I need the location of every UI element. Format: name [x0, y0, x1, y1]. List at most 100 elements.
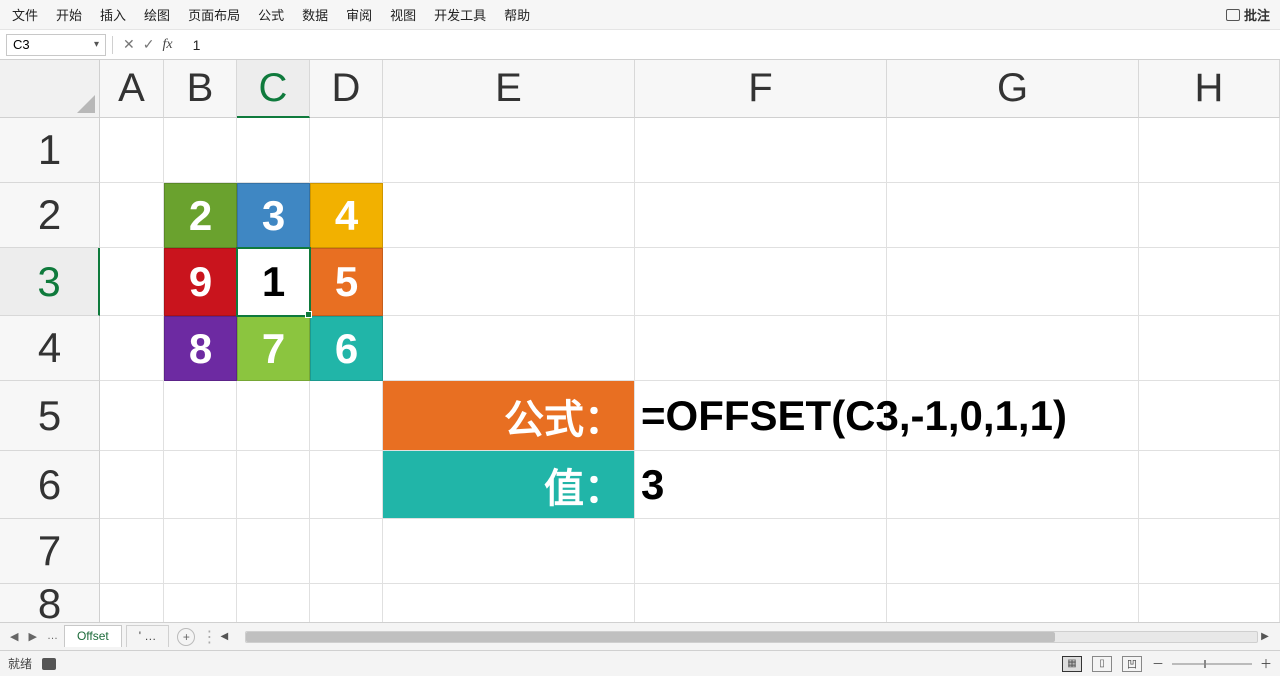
horizontal-scrollbar[interactable]	[245, 631, 1258, 643]
menu-item[interactable]: 插入	[98, 1, 128, 28]
cell[interactable]	[237, 118, 310, 183]
menu-item[interactable]: 绘图	[142, 1, 172, 28]
column-header[interactable]: E	[383, 60, 635, 118]
sheet-more-button[interactable]: …	[45, 628, 60, 645]
view-pagebreak-button[interactable]: 凹	[1122, 656, 1142, 672]
row-header[interactable]: 6	[0, 451, 100, 519]
name-box[interactable]: C3 ▾	[6, 34, 106, 56]
cell[interactable]	[100, 248, 164, 316]
formula-input[interactable]: 1	[187, 34, 1274, 56]
cell[interactable]	[635, 584, 887, 622]
menu-item[interactable]: 文件	[10, 1, 40, 28]
cell[interactable]	[383, 248, 635, 316]
column-header[interactable]: A	[100, 60, 164, 118]
row-header[interactable]: 3	[0, 248, 100, 316]
cell[interactable]	[635, 519, 887, 584]
cell[interactable]: 4	[310, 183, 383, 248]
cell[interactable]	[100, 183, 164, 248]
menu-item[interactable]: 帮助	[502, 1, 532, 28]
cell[interactable]	[237, 584, 310, 622]
cell[interactable]	[383, 118, 635, 183]
menu-item[interactable]: 数据	[300, 1, 330, 28]
row-header[interactable]: 2	[0, 183, 100, 248]
hscroll-thumb[interactable]	[246, 632, 1055, 642]
fx-icon[interactable]: fx	[162, 37, 172, 53]
cell[interactable]	[164, 381, 237, 451]
menu-item[interactable]: 开始	[54, 1, 84, 28]
cell[interactable]	[887, 584, 1139, 622]
cell[interactable]	[887, 118, 1139, 183]
cell[interactable]: 8	[164, 316, 237, 381]
formula-text-cell[interactable]: =OFFSET(C3,-1,0,1,1)	[635, 381, 1280, 451]
cell[interactable]	[1139, 316, 1280, 381]
cell[interactable]	[383, 316, 635, 381]
menu-item[interactable]: 审阅	[344, 1, 374, 28]
cell[interactable]	[100, 381, 164, 451]
cell[interactable]	[164, 118, 237, 183]
column-header[interactable]: B	[164, 60, 237, 118]
cell[interactable]	[164, 451, 237, 519]
cell[interactable]	[310, 519, 383, 584]
add-sheet-button[interactable]: +	[177, 628, 195, 646]
cell[interactable]	[100, 584, 164, 622]
sheet-next-button[interactable]: ▶	[26, 628, 38, 645]
cell[interactable]	[1139, 451, 1280, 519]
cell[interactable]: 2	[164, 183, 237, 248]
cell[interactable]	[383, 584, 635, 622]
cell[interactable]	[237, 519, 310, 584]
cell[interactable]	[887, 183, 1139, 248]
cell[interactable]	[100, 316, 164, 381]
fill-handle[interactable]	[305, 311, 312, 318]
cell[interactable]	[887, 519, 1139, 584]
menu-item[interactable]: 公式	[256, 1, 286, 28]
cell[interactable]: 6	[310, 316, 383, 381]
cell[interactable]	[164, 584, 237, 622]
column-header[interactable]: F	[635, 60, 887, 118]
menu-item[interactable]: 视图	[388, 1, 418, 28]
cell[interactable]	[383, 183, 635, 248]
cell[interactable]	[1139, 248, 1280, 316]
menu-item[interactable]: 开发工具	[432, 1, 488, 28]
sheet-prev-button[interactable]: ◀	[8, 628, 20, 645]
cell[interactable]	[887, 248, 1139, 316]
cell[interactable]	[100, 451, 164, 519]
cell[interactable]	[237, 451, 310, 519]
cell[interactable]	[310, 584, 383, 622]
cell[interactable]	[635, 316, 887, 381]
cell[interactable]	[310, 118, 383, 183]
row-header[interactable]: 4	[0, 316, 100, 381]
active-cell[interactable]	[237, 248, 310, 316]
cell[interactable]	[310, 451, 383, 519]
view-pagelayout-button[interactable]: ▯	[1092, 656, 1112, 672]
cell[interactable]: 9	[164, 248, 237, 316]
cell[interactable]	[635, 248, 887, 316]
cell[interactable]: 3	[237, 183, 310, 248]
cell[interactable]	[887, 451, 1139, 519]
formula-label-cell[interactable]: 公式：	[383, 381, 635, 451]
cell[interactable]	[1139, 519, 1280, 584]
cell[interactable]	[383, 519, 635, 584]
cell[interactable]	[1139, 118, 1280, 183]
column-header[interactable]: C	[237, 60, 310, 118]
cell[interactable]	[635, 183, 887, 248]
cells-canvas[interactable]: 234915876公式：=OFFSET(C3,-1,0,1,1)值：3	[100, 118, 1280, 622]
cell[interactable]	[100, 519, 164, 584]
cell[interactable]	[1139, 584, 1280, 622]
column-header[interactable]: G	[887, 60, 1139, 118]
comments-button[interactable]: 批注	[1226, 5, 1270, 24]
cancel-button[interactable]: ✕	[123, 36, 135, 53]
row-header[interactable]: 8	[0, 584, 100, 622]
select-all-corner[interactable]	[0, 60, 100, 118]
sheet-tab-active[interactable]: Offset	[64, 625, 122, 647]
cell[interactable]	[310, 381, 383, 451]
cell[interactable]	[237, 381, 310, 451]
zoom-in-button[interactable]: ＋	[1260, 655, 1272, 672]
cell[interactable]	[635, 118, 887, 183]
view-normal-button[interactable]: ▦	[1062, 656, 1082, 672]
zoom-slider[interactable]	[1172, 663, 1252, 665]
cell[interactable]	[1139, 183, 1280, 248]
row-header[interactable]: 5	[0, 381, 100, 451]
column-header[interactable]: D	[310, 60, 383, 118]
zoom-out-button[interactable]: －	[1152, 655, 1164, 672]
spreadsheet-grid[interactable]: ABCDEFGH 12345678 234915876公式：=OFFSET(C3…	[0, 60, 1280, 622]
